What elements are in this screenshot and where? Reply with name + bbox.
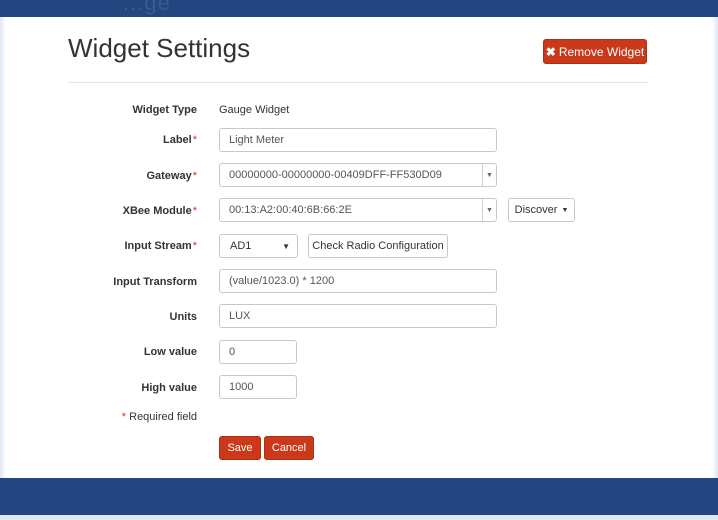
check-radio-configuration-button[interactable]: Check Radio Configuration [308, 234, 448, 258]
remove-widget-button[interactable]: ✖ Remove Widget [543, 39, 647, 64]
units-label: Units [169, 311, 198, 323]
required-asterisk: * [192, 170, 197, 182]
scrolled-title-fragment: ...ge [123, 0, 171, 15]
input-stream-label: Input Stream* [124, 240, 197, 252]
gateway-label: Gateway* [146, 170, 197, 182]
required-asterisk: * [192, 205, 197, 217]
xbee-module-select[interactable]: 00:13:A2:00:40:6B:66:2E ▼ [219, 198, 497, 222]
low-value-input[interactable]: 0 [219, 340, 297, 364]
input-stream-select[interactable]: AD1 ▼ [219, 234, 298, 258]
input-transform-label: Input Transform [113, 276, 197, 288]
required-asterisk: * [192, 240, 197, 252]
caret-down-icon: ▼ [282, 241, 290, 251]
app-frame: ...ge Widget Settings ✖ Remove Widget Wi… [0, 0, 718, 520]
required-asterisk: * [192, 134, 197, 146]
footer-strip [0, 515, 718, 520]
gateway-select[interactable]: 00000000-00000000-00409DFF-FF530D09 ▼ [219, 163, 497, 187]
page-title: Widget Settings [68, 33, 251, 63]
caret-down-icon: ▼ [482, 199, 496, 221]
close-icon: ✖ [545, 44, 556, 59]
label-input[interactable]: Light Meter [219, 128, 497, 152]
remove-widget-label: Remove Widget [558, 44, 645, 59]
high-value-label: High value [141, 382, 197, 394]
units-input[interactable]: LUX [219, 304, 497, 328]
low-value-label: Low value [143, 346, 197, 358]
save-button[interactable]: Save [219, 436, 261, 460]
input-transform-input[interactable]: (value/1023.0) * 1200 [219, 269, 497, 293]
footer-bar [0, 478, 718, 515]
xbee-module-label: XBee Module* [122, 205, 197, 217]
widget-type-value: Gauge Widget [219, 104, 290, 116]
cancel-button[interactable]: Cancel [264, 436, 314, 460]
caret-down-icon: ▼ [482, 164, 496, 186]
discover-button[interactable]: Discover ▼ [508, 198, 575, 222]
high-value-input[interactable]: 1000 [219, 375, 297, 399]
top-navbar: ...ge [0, 0, 718, 17]
header-divider [68, 82, 648, 83]
caret-down-icon: ▼ [561, 206, 569, 214]
label-field-label: Label* [162, 134, 197, 146]
widget-type-label: Widget Type [132, 104, 197, 116]
required-field-note: * Required field [121, 411, 197, 423]
